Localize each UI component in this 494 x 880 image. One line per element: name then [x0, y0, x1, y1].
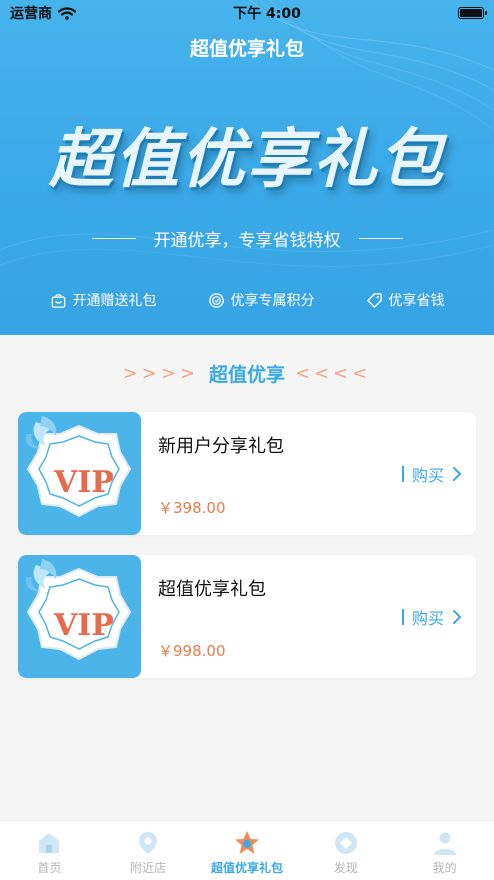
tab-label: 发现: [333, 861, 358, 875]
chevron-right-icon: [453, 467, 462, 481]
tab-bar: 首页 附近店 超值优享礼包 发现 我的: [0, 820, 494, 880]
buy-divider: [401, 609, 404, 625]
tab-label: 超值优享礼包: [210, 861, 283, 875]
section-header: >>>> 超值优享 <<<<: [0, 360, 494, 387]
banner-subtitle-row: 开通优享，专享省钱特权: [0, 226, 494, 251]
home-icon: [39, 833, 60, 853]
discover-icon: [334, 832, 357, 854]
perk-label: 开通赠送礼包: [72, 293, 157, 309]
location-pin-icon: [139, 832, 158, 854]
tab-label: 我的: [432, 861, 457, 875]
status-left: 运营商: [10, 3, 76, 23]
star-icon: [234, 831, 259, 854]
chevron-right-icon: [453, 610, 462, 624]
tab-home[interactable]: 首页: [0, 829, 98, 876]
tab-discover[interactable]: 发现: [297, 829, 395, 876]
user-icon: [433, 832, 456, 855]
package-title: 超值优享礼包: [158, 579, 266, 600]
package-price: ￥998.00: [158, 642, 226, 660]
vip-badge-icon: VIP: [25, 416, 132, 518]
vip-badge-image: VIP: [18, 555, 141, 678]
status-time: 下午 4:00: [233, 6, 301, 22]
hero-banner: 运营商 下午 4:00 超值优享礼包 超值优享礼包 开通优享，专享省钱特权 开通…: [0, 0, 494, 335]
status-bar: 运营商 下午 4:00: [0, 0, 494, 26]
buy-button[interactable]: 购买: [401, 462, 462, 486]
banner-headline: 超值优享礼包: [49, 123, 445, 197]
tab-label: 首页: [37, 861, 62, 875]
tab-vip-package[interactable]: 超值优享礼包: [198, 829, 296, 876]
vip-badge-icon: VIP: [25, 559, 132, 661]
package-price: ￥398.00: [158, 499, 226, 517]
perk-label: 优享专属积分: [230, 293, 315, 309]
package-card[interactable]: VIP 超值优享礼包 ￥998.00 购买: [18, 555, 476, 678]
vip-text: VIP: [53, 608, 114, 643]
divider-right: [358, 237, 403, 240]
perk-save: 优享省钱: [366, 290, 445, 310]
wifi-icon: [58, 6, 76, 20]
tab-mine[interactable]: 我的: [396, 829, 494, 876]
buy-label: 购买: [411, 466, 444, 485]
perk-gift: 开通赠送礼包: [50, 290, 157, 310]
section-title: 超值优享: [208, 364, 285, 386]
tab-nearby[interactable]: 附近店: [99, 829, 197, 876]
buy-divider: [401, 466, 404, 482]
perk-points: 优享专属积分: [208, 290, 315, 310]
carrier-name: 运营商: [10, 6, 52, 22]
package-title: 新用户分享礼包: [158, 436, 284, 457]
points-badge-icon: [208, 292, 224, 308]
buy-label: 购买: [411, 609, 444, 628]
banner-subtitle: 开通优享，专享省钱特权: [153, 231, 341, 251]
page-title: 超值优享礼包: [189, 38, 304, 60]
gift-bag-icon: [51, 293, 65, 308]
battery-icon: [457, 7, 487, 19]
vip-text: VIP: [53, 465, 114, 500]
buy-button[interactable]: 购买: [401, 605, 462, 629]
chevrons-right-icon: >>>>: [122, 363, 199, 384]
price-tag-icon: [366, 292, 382, 308]
perk-label: 优享省钱: [388, 293, 445, 309]
tab-label: 附近店: [130, 861, 167, 875]
chevrons-left-icon: <<<<: [295, 363, 372, 384]
package-card[interactable]: VIP 新用户分享礼包 ￥398.00 购买: [18, 412, 476, 535]
vip-badge-image: VIP: [18, 412, 141, 535]
divider-left: [91, 237, 136, 240]
perks-row: 开通赠送礼包 优享专属积分 优享省钱: [0, 290, 494, 310]
